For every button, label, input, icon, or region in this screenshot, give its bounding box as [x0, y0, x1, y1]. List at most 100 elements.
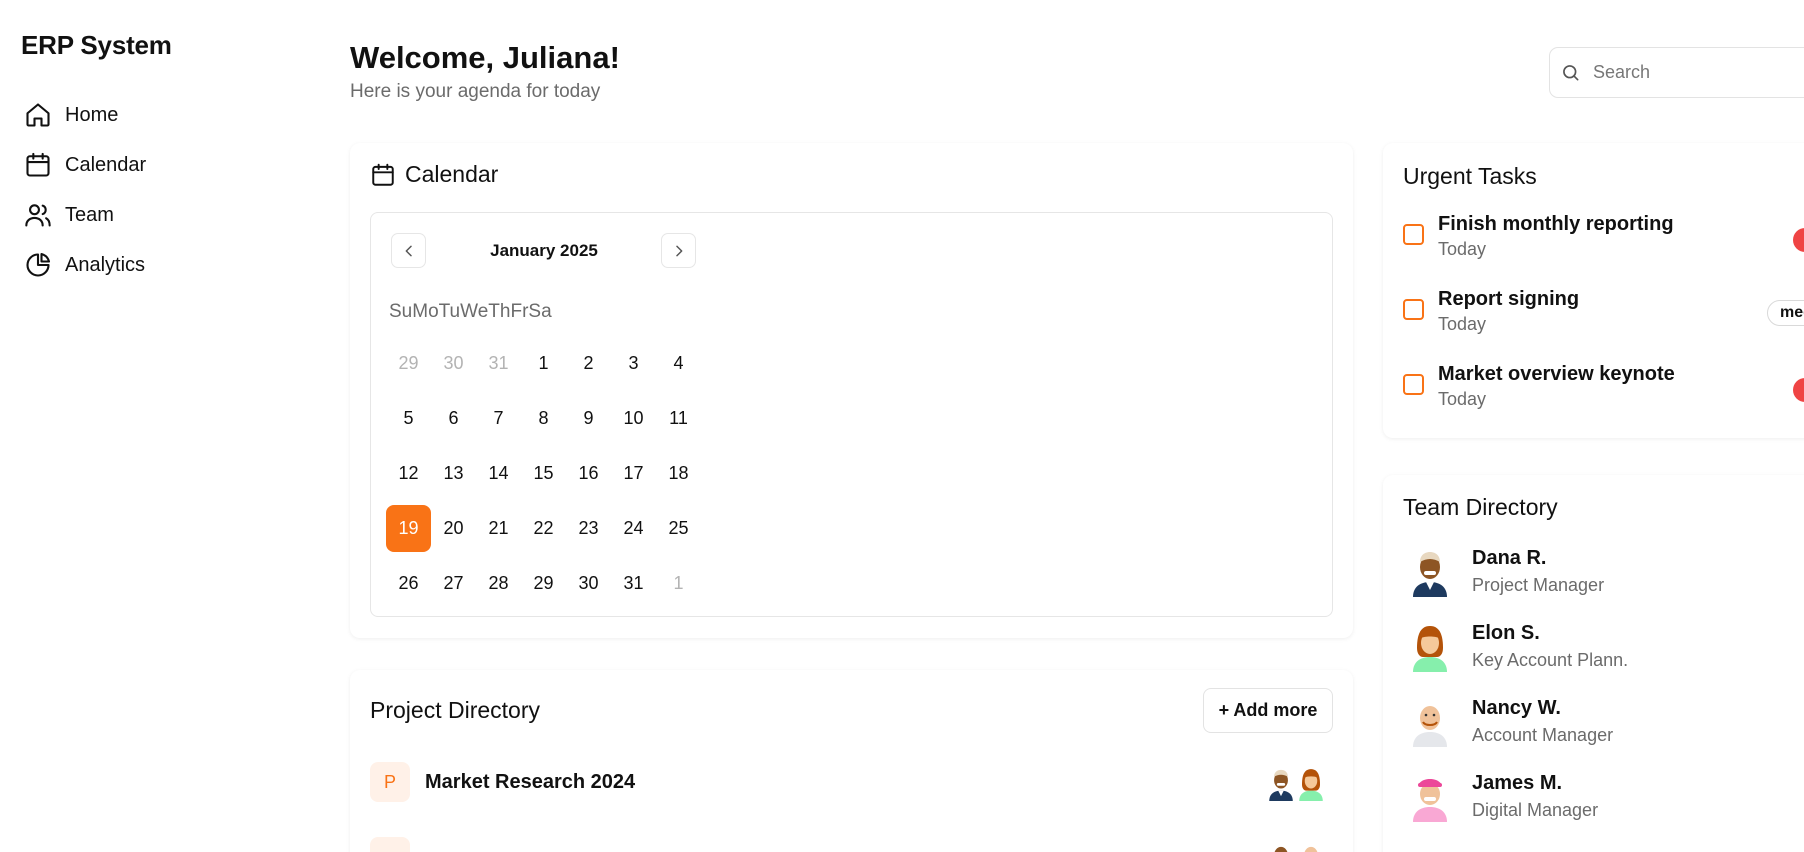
task-date: Today [1438, 239, 1487, 259]
urgent-tasks-title: Urgent Tasks [1403, 163, 1537, 189]
task-checkbox[interactable] [1403, 299, 1424, 320]
project-row[interactable]: P Market Research 2024 [370, 762, 635, 802]
weekday-label: Mo [412, 301, 439, 322]
sidebar: ERP System Home Calendar Team Analytics [0, 0, 300, 852]
calendar-day[interactable]: 30 [566, 560, 611, 607]
member-role: Digital Manager [1472, 800, 1599, 820]
calendar-day[interactable]: 20 [431, 505, 476, 552]
calendar-day[interactable]: 11 [656, 395, 701, 442]
sidebar-item-label: Home [65, 103, 119, 126]
project-badge [370, 837, 410, 852]
avatar [1413, 552, 1447, 597]
sidebar-item-calendar[interactable]: Calendar [24, 140, 146, 190]
add-more-button[interactable]: + Add more [1203, 688, 1333, 733]
calendar-icon [372, 163, 394, 186]
calendar-day[interactable]: 1 [521, 340, 566, 387]
calendar-day[interactable]: 31 [611, 560, 656, 607]
calendar-days-grid: 29 30 31 1 2 3 4 5 6 7 8 9 10 11 12 13 1… [386, 336, 701, 611]
sidebar-item-label: Analytics [65, 253, 146, 276]
calendar-day[interactable]: 15 [521, 450, 566, 497]
team-member[interactable]: Nancy W. Account Manager [1409, 695, 1613, 747]
calendar-day[interactable]: 25 [656, 505, 701, 552]
weekday-label: Sa [528, 301, 552, 322]
brand-title: ERP System [21, 30, 172, 60]
avatar [1274, 846, 1288, 852]
calendar-day-selected[interactable]: 19 [386, 505, 431, 552]
home-icon [26, 103, 50, 127]
team-member[interactable]: James M. Digital Manager [1409, 770, 1598, 822]
calendar-card-title: Calendar [405, 161, 499, 187]
calendar-day[interactable]: 28 [476, 560, 521, 607]
calendar-day[interactable]: 14 [476, 450, 521, 497]
calendar-day[interactable]: 3 [611, 340, 656, 387]
calendar-day[interactable]: 7 [476, 395, 521, 442]
task-name: Finish monthly reporting [1438, 213, 1674, 235]
calendar-day[interactable]: 17 [611, 450, 656, 497]
calendar-day[interactable]: 24 [611, 505, 656, 552]
team-member[interactable]: Dana R. Project Manager [1409, 545, 1604, 597]
project-row[interactable] [370, 837, 425, 852]
weekday-label: Su [389, 301, 413, 322]
member-name: Nancy W. [1472, 697, 1561, 719]
chevron-left-icon [405, 245, 412, 256]
prev-month-button[interactable] [391, 233, 426, 268]
member-name: James M. [1472, 772, 1563, 794]
calendar-day[interactable]: 13 [431, 450, 476, 497]
calendar-day[interactable]: 10 [611, 395, 656, 442]
task-checkbox[interactable] [1403, 224, 1424, 245]
project-name: Market Research 2024 [425, 770, 636, 793]
avatar [1269, 769, 1293, 801]
project-directory-card: Project Directory + Add more P Market Re… [350, 670, 1353, 852]
calendar-day[interactable]: 26 [386, 560, 431, 607]
search-input[interactable] [1593, 62, 1804, 83]
calendar-day[interactable]: 18 [656, 450, 701, 497]
calendar-day[interactable]: 30 [431, 340, 476, 387]
calendar-day[interactable]: 29 [521, 560, 566, 607]
calendar-icon [26, 152, 50, 177]
avatar [1304, 846, 1318, 852]
member-role: Key Account Plann. [1472, 650, 1629, 670]
calendar-day[interactable]: 1 [656, 560, 701, 607]
calendar-card-header: Calendar [370, 161, 498, 188]
sidebar-item-label: Calendar [65, 153, 147, 176]
calendar-day[interactable]: 16 [566, 450, 611, 497]
project-member-avatars [1267, 765, 1327, 801]
next-month-button[interactable] [661, 233, 696, 268]
search-box[interactable] [1549, 47, 1804, 98]
sidebar-item-team[interactable]: Team [24, 190, 146, 240]
sidebar-item-analytics[interactable]: Analytics [24, 240, 146, 290]
calendar-day[interactable]: 31 [476, 340, 521, 387]
calendar-day[interactable]: 6 [431, 395, 476, 442]
project-badge: P [370, 762, 410, 802]
avatar [1413, 626, 1447, 672]
task-name: Report signing [1438, 288, 1580, 310]
calendar-day[interactable]: 22 [521, 505, 566, 552]
calendar-day[interactable]: 29 [386, 340, 431, 387]
weekday-label: Fr [510, 301, 529, 322]
page-subtitle: Here is your agenda for today [350, 81, 601, 102]
calendar-day[interactable]: 9 [566, 395, 611, 442]
calendar-day[interactable]: 21 [476, 505, 521, 552]
sidebar-item-label: Team [65, 203, 114, 226]
calendar-day[interactable]: 5 [386, 395, 431, 442]
task-checkbox[interactable] [1403, 374, 1424, 395]
team-member[interactable]: Elon S. Key Account Plann. [1409, 620, 1628, 672]
calendar-day[interactable]: 27 [431, 560, 476, 607]
task-date: Today [1438, 314, 1487, 334]
sidebar-nav: Home Calendar Team Analytics [24, 90, 146, 290]
calendar-day[interactable]: 8 [521, 395, 566, 442]
calendar-card: Calendar January 2025 Su Mo Tu We Th Fr … [350, 143, 1353, 638]
avatar [1299, 769, 1323, 801]
avatar [1413, 779, 1447, 822]
task-name: Market overview keynote [1438, 363, 1675, 385]
calendar-day[interactable]: 23 [566, 505, 611, 552]
team-directory-card: Team Directory Dana R. Project Manager E… [1383, 475, 1804, 852]
pie-chart-icon [26, 252, 51, 277]
member-role: Project Manager [1472, 575, 1605, 595]
sidebar-item-home[interactable]: Home [24, 90, 146, 140]
search-icon [1563, 64, 1579, 80]
calendar-day[interactable]: 4 [656, 340, 701, 387]
member-name: Dana R. [1472, 547, 1547, 569]
calendar-day[interactable]: 2 [566, 340, 611, 387]
calendar-day[interactable]: 12 [386, 450, 431, 497]
